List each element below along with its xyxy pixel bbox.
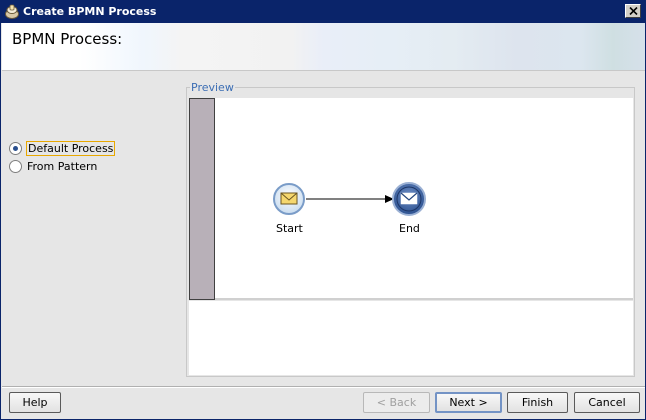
default-process-label[interactable]: Default Process	[26, 140, 116, 156]
default-process-radio[interactable]	[9, 141, 22, 155]
back-button[interactable]: < Back	[363, 392, 430, 413]
dialog-title: Create BPMN Process	[23, 5, 157, 18]
preview-legend: Preview	[190, 81, 235, 94]
help-button[interactable]: Help	[9, 392, 61, 413]
preview-canvas	[189, 98, 633, 300]
from-pattern-label[interactable]: From Pattern	[26, 160, 98, 173]
end-event-label: End	[399, 222, 420, 235]
preview-details-panel	[189, 301, 633, 375]
from-pattern-radio[interactable]	[9, 159, 22, 173]
header-banner: BPMN Process:	[2, 23, 645, 71]
title-bar[interactable]: Create BPMN Process	[1, 1, 645, 23]
page-title: BPMN Process:	[12, 30, 123, 48]
bpmn-app-icon	[5, 4, 19, 19]
swimlane-header	[189, 98, 215, 300]
create-bpmn-process-dialog: Create BPMN Process BPMN Process: Defaul…	[0, 0, 646, 420]
close-icon	[628, 7, 638, 15]
start-event-label: Start	[276, 222, 303, 235]
button-bar-divider-highlight	[2, 387, 645, 388]
from-pattern-option[interactable]: From Pattern	[9, 158, 98, 174]
close-button[interactable]	[625, 4, 641, 18]
next-button[interactable]: Next >	[435, 392, 502, 413]
finish-button[interactable]: Finish	[507, 392, 568, 413]
default-process-option[interactable]: Default Process	[9, 140, 116, 156]
cancel-button[interactable]: Cancel	[574, 392, 640, 413]
